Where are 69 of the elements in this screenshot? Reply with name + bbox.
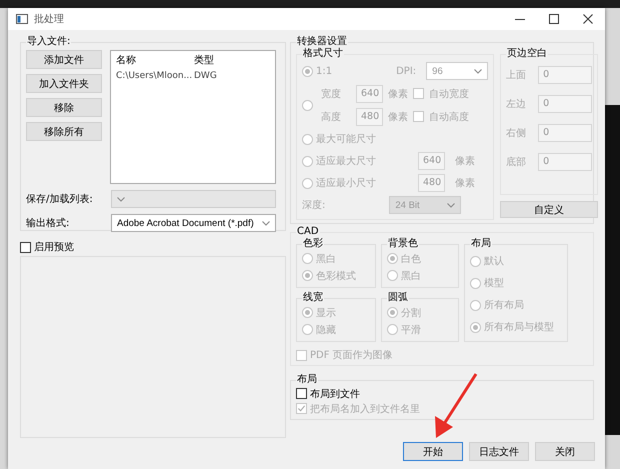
option-label: 适应最小尺寸 xyxy=(316,176,376,190)
group-title: 格式尺寸 xyxy=(302,48,344,60)
dialog-button[interactable]: 关闭 xyxy=(535,442,595,461)
dropdown[interactable]: Adobe Acrobat Document (*.pdf) xyxy=(111,214,276,232)
group-title: 导入文件: xyxy=(26,36,72,48)
chevron-icon xyxy=(262,220,270,226)
group-title: 页边空白 xyxy=(506,48,548,60)
option-label: 隐藏 xyxy=(316,324,336,336)
group-title: 布局 xyxy=(296,374,318,386)
option-label: 适应最大尺寸 xyxy=(316,154,376,168)
option-label: 所有布局 xyxy=(484,298,524,312)
unit-label: 像素 xyxy=(388,110,408,124)
option-label: 显示 xyxy=(316,306,336,320)
option-label: 黑白 xyxy=(316,252,336,266)
unit-label: 像素 xyxy=(388,88,408,100)
option-label: 黑白 xyxy=(401,270,421,282)
option-label: 分割 xyxy=(401,306,421,320)
list-button[interactable]: 加入文件夹 xyxy=(26,74,102,93)
checkbox-label: 自动高度 xyxy=(429,110,469,124)
field-label: 左边 xyxy=(506,98,528,110)
list-button[interactable]: 添加文件 xyxy=(26,50,102,69)
field-label: 保存/加载列表: xyxy=(26,192,94,206)
field-label: 底部 xyxy=(506,156,528,168)
chevron-icon xyxy=(447,202,456,208)
list-button[interactable]: 移除 xyxy=(26,98,102,117)
option-label: 1:1 xyxy=(316,66,332,76)
column-header[interactable]: 名称 xyxy=(116,53,194,67)
close-icon[interactable] xyxy=(583,14,593,24)
field-label: 宽度 xyxy=(321,88,342,100)
app-icon xyxy=(16,14,28,24)
option-label: 白色 xyxy=(401,252,421,266)
table-cell-text: DWG xyxy=(194,71,218,81)
checkbox[interactable] xyxy=(296,388,307,399)
chevron-icon xyxy=(117,196,125,202)
window-title: 批处理 xyxy=(34,12,65,26)
chevron-icon xyxy=(474,68,482,74)
column-header[interactable]: 类型 xyxy=(194,53,254,67)
checkbox-label: 把布局名加入到文件名里 xyxy=(310,402,420,416)
group-title: CAD xyxy=(296,226,320,238)
option-label: 所有布局与模型 xyxy=(484,320,554,334)
group-title: 布局 xyxy=(470,238,492,250)
checkbox-label: PDF 页面作为图像 xyxy=(310,348,393,362)
option-label: 平滑 xyxy=(401,324,421,336)
field-label: 高度 xyxy=(321,110,342,124)
field-label: 输出格式: xyxy=(26,216,70,230)
group-title: 背景色 xyxy=(387,238,419,250)
field-label: 右侧 xyxy=(506,126,528,140)
checkbox[interactable] xyxy=(20,242,31,252)
dialog-button[interactable]: 开始 xyxy=(403,442,463,461)
dialog-button[interactable]: 日志文件 xyxy=(469,442,529,461)
option-label: 色彩模式 xyxy=(316,270,356,282)
group-title: 圆弧 xyxy=(387,292,409,304)
checkbox-label: 布局到文件 xyxy=(310,388,360,400)
option-label: 最大可能尺寸 xyxy=(316,132,376,146)
field-label: 深度: xyxy=(302,198,326,212)
option-label: 默认 xyxy=(484,255,504,268)
unit-label: 像素 xyxy=(455,154,475,168)
maximize-icon[interactable] xyxy=(549,14,559,24)
list-button[interactable]: 移除所有 xyxy=(26,122,102,141)
checkbox-label: 自动宽度 xyxy=(429,88,469,100)
dpi-label: DPI: xyxy=(396,66,416,76)
field-label: 上面 xyxy=(506,68,528,82)
group-title: 色彩 xyxy=(302,238,324,250)
group-title: 线宽 xyxy=(302,292,324,304)
unit-label: 像素 xyxy=(455,176,475,190)
group-title: 转换器设置 xyxy=(296,36,348,48)
option-label: 模型 xyxy=(484,276,504,290)
table-cell-text: C:\Users\Mloon... xyxy=(116,71,194,81)
checkbox-label: 启用预览 xyxy=(34,240,74,254)
